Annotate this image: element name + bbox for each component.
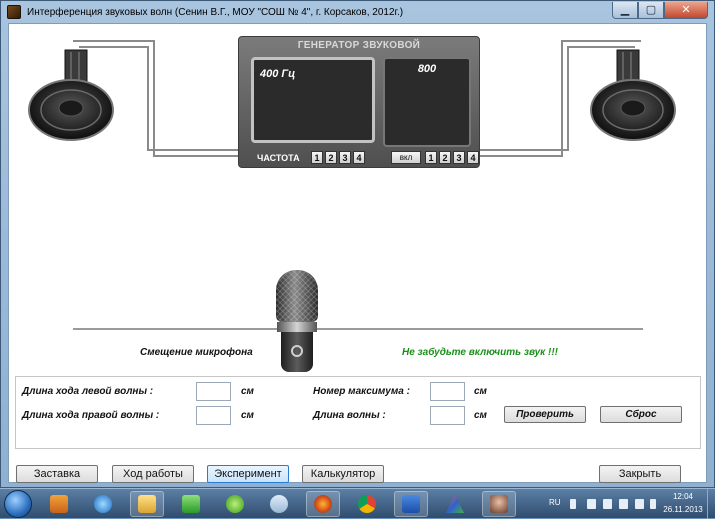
microphone-band [277, 322, 317, 332]
left-speaker-icon [28, 49, 114, 141]
check-button[interactable]: Проверить [504, 406, 586, 423]
microphone-icon[interactable] [272, 270, 322, 372]
left-path-input[interactable] [196, 382, 231, 401]
right-path-input[interactable] [196, 406, 231, 425]
minimize-button[interactable]: ▁ [612, 2, 638, 19]
experiment-button[interactable]: Эксперимент [207, 465, 289, 483]
left-wire-vertical [153, 40, 155, 157]
right-wire-vertical [561, 40, 563, 157]
network-icon[interactable] [635, 499, 644, 509]
intro-button[interactable]: Заставка [16, 465, 98, 483]
show-desktop-button[interactable] [707, 489, 715, 519]
file-explorer-icon[interactable] [130, 491, 164, 517]
wavelength-label: Длина волны : [313, 410, 386, 421]
power-button-3[interactable]: 3 [453, 151, 465, 164]
right-wire-vertical-2 [567, 46, 569, 151]
app-icon [7, 5, 21, 19]
microphone-track [73, 328, 643, 330]
value-display-text: 800 [417, 63, 437, 75]
title-bar[interactable]: Интерференция звуковых волн (Сенин В.Г.,… [1, 1, 714, 23]
clock-date[interactable]: 26.11.2013 [660, 505, 706, 514]
power-on-button[interactable]: вкл [391, 151, 421, 164]
right-wire-top [561, 40, 641, 42]
calculator-button[interactable]: Калькулятор [302, 465, 384, 483]
frequency-label: ЧАСТОТА [257, 153, 300, 163]
device-icon[interactable] [603, 499, 612, 509]
wavelength-input[interactable] [430, 406, 465, 425]
max-number-label: Номер максимума : [313, 386, 410, 397]
right-path-label: Длина хода правой волны : [22, 410, 160, 421]
frequency-button-3[interactable]: 3 [339, 151, 351, 164]
wavelength-unit: см [474, 410, 487, 421]
maximize-button[interactable]: ▢ [638, 2, 664, 19]
tray-chevron-icon[interactable] [570, 499, 576, 509]
internet-explorer-icon[interactable] [86, 491, 120, 517]
procedure-button[interactable]: Ход работы [112, 465, 194, 483]
sound-generator: ГЕНЕРАТОР ЗВУКОВОЙ 400 Гц 800 ЧАСТОТА 1 … [238, 36, 480, 168]
language-indicator[interactable]: RU [549, 498, 561, 507]
sound-reminder: Не забудьте включить звук !!! [402, 347, 559, 358]
app-window: Интерференция звуковых волн (Сенин В.Г.,… [0, 0, 715, 488]
measurement-panel: Длина хода левой волны : см Номер максим… [15, 376, 701, 449]
left-path-label: Длина хода левой волны : [22, 386, 154, 397]
reset-button[interactable]: Сброс [600, 406, 682, 423]
volume-icon[interactable] [587, 499, 596, 509]
taskbar: RU 12:04 26.11.2013 [0, 488, 715, 519]
window-title: Интерференция звуковых волн (Сенин В.Г.,… [27, 6, 404, 18]
power-button-2[interactable]: 2 [439, 151, 451, 164]
photo-thumbnail-icon[interactable] [482, 491, 516, 517]
media-player-icon[interactable] [42, 491, 76, 517]
microphone-offset-label: Смещение микрофона [140, 347, 253, 358]
start-orb-icon[interactable] [4, 490, 32, 518]
frequency-button-2[interactable]: 2 [325, 151, 337, 164]
left-wire-vertical-2 [147, 46, 149, 151]
firefox-icon[interactable] [306, 491, 340, 517]
left-wire-bottom-2 [147, 149, 241, 151]
left-wire-top [73, 40, 155, 42]
chart-app-icon[interactable] [174, 491, 208, 517]
word-icon[interactable] [394, 491, 428, 517]
max-number-input[interactable] [430, 382, 465, 401]
flag-icon[interactable] [619, 499, 628, 509]
right-wire-bottom [477, 155, 563, 157]
max-number-unit: см [474, 386, 487, 397]
chrome-icon[interactable] [350, 491, 384, 517]
value-display: 800 [383, 57, 471, 147]
frequency-display-text: 400 Гц [260, 68, 296, 80]
power-button-4[interactable]: 4 [467, 151, 479, 164]
right-path-unit: см [241, 410, 254, 421]
power-button-1[interactable]: 1 [425, 151, 437, 164]
icq-icon[interactable] [218, 491, 252, 517]
window-controls: ▁ ▢ ✕ [612, 2, 708, 19]
frequency-button-4[interactable]: 4 [353, 151, 365, 164]
close-window-button[interactable]: ✕ [664, 2, 708, 19]
clock-time[interactable]: 12:04 [663, 492, 703, 501]
close-app-button[interactable]: Закрыть [599, 465, 681, 483]
microphone-grille [276, 270, 318, 322]
microphone-logo-icon [291, 345, 303, 357]
generator-title: ГЕНЕРАТОР ЗВУКОВОЙ [297, 40, 421, 51]
left-path-unit: см [241, 386, 254, 397]
right-wire-bottom-2 [477, 149, 569, 151]
wifi-app-icon[interactable] [262, 491, 296, 517]
right-speaker-icon [590, 49, 676, 141]
frequency-button-1[interactable]: 1 [311, 151, 323, 164]
left-wire-bottom [153, 155, 241, 157]
triangle-app-icon[interactable] [438, 491, 472, 517]
client-area: ГЕНЕРАТОР ЗВУКОВОЙ 400 Гц 800 ЧАСТОТА 1 … [8, 23, 707, 483]
battery-icon[interactable] [650, 499, 656, 509]
frequency-display: 400 Гц [251, 57, 375, 143]
